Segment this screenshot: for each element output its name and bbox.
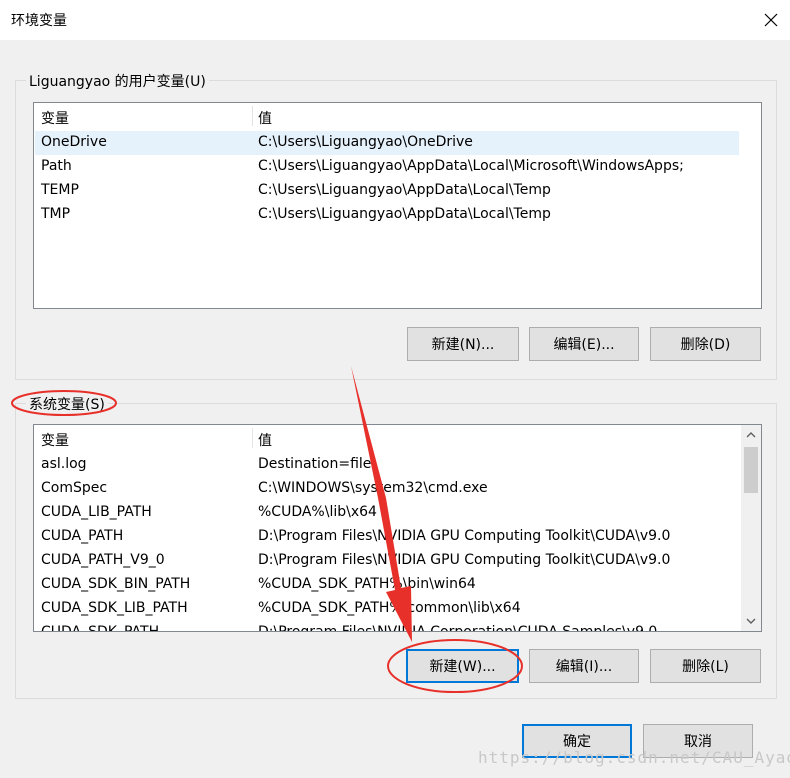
table-row[interactable]: CUDA_PATH D:\Program Files\NVIDIA GPU Co… (35, 525, 739, 549)
var-value: D:\Program Files\NVIDIA GPU Computing To… (258, 528, 671, 544)
user-edit-button[interactable]: 编辑(E)... (529, 327, 639, 361)
user-vars-list-header: 变量 值 (34, 103, 761, 129)
var-value: %CUDA_SDK_PATH%\bin\win64 (258, 576, 476, 592)
scroll-thumb[interactable] (744, 447, 758, 493)
close-icon (764, 13, 778, 27)
var-value: D:\Program Files\NVIDIA Corporation\CUDA… (258, 624, 658, 632)
chevron-down-icon (746, 618, 756, 624)
user-delete-button[interactable]: 删除(D) (650, 327, 761, 361)
table-row[interactable]: Path C:\Users\Liguangyao\AppData\Local\M… (35, 155, 739, 179)
var-name: asl.log (41, 456, 87, 472)
title-bar: 环境变量 (0, 0, 790, 40)
table-row[interactable]: CUDA_SDK_BIN_PATH %CUDA_SDK_PATH%\bin\wi… (35, 573, 739, 597)
table-row[interactable]: asl.log Destination=file (35, 453, 739, 477)
column-header-variable[interactable]: 变量 (41, 108, 69, 128)
user-vars-list[interactable]: 变量 值 OneDrive C:\Users\Liguangyao\OneDri… (33, 102, 762, 309)
system-delete-button[interactable]: 删除(L) (650, 649, 761, 683)
table-row[interactable]: CUDA_SDK_LIB_PATH %CUDA_SDK_PATH%\common… (35, 597, 739, 621)
system-new-button[interactable]: 新建(W)... (406, 649, 519, 683)
var-value: D:\Program Files\NVIDIA GPU Computing To… (258, 552, 671, 568)
system-edit-button[interactable]: 编辑(I)... (529, 649, 639, 683)
column-separator[interactable] (252, 106, 253, 126)
window-title: 环境变量 (11, 13, 67, 29)
table-row[interactable]: TMP C:\Users\Liguangyao\AppData\Local\Te… (35, 203, 739, 227)
column-separator[interactable] (252, 428, 253, 448)
watermark: https://blog.csdn.net/CAU_Ayao (478, 748, 790, 767)
var-name: OneDrive (41, 134, 107, 150)
var-value: Destination=file (258, 456, 372, 472)
system-vars-list[interactable]: 变量 值 asl.log Destination=file ComSpec C:… (33, 424, 762, 632)
var-value: C:\Users\Liguangyao\AppData\Local\Micros… (258, 158, 684, 174)
table-row[interactable]: CUDA_SDK_PATH D:\Program Files\NVIDIA Co… (35, 621, 739, 632)
var-name: TEMP (41, 182, 79, 198)
var-value: C:\WINDOWS\system32\cmd.exe (258, 480, 488, 496)
table-row[interactable]: CUDA_LIB_PATH %CUDA%\lib\x64 (35, 501, 739, 525)
table-row[interactable]: TEMP C:\Users\Liguangyao\AppData\Local\T… (35, 179, 739, 203)
system-vars-list-header: 变量 值 (34, 425, 742, 451)
var-value: C:\Users\Liguangyao\AppData\Local\Temp (258, 206, 551, 222)
var-value: C:\Users\Liguangyao\AppData\Local\Temp (258, 182, 551, 198)
system-vars-group-label: 系统变量(S) (26, 394, 108, 414)
column-header-value[interactable]: 值 (258, 108, 272, 128)
scroll-down-button[interactable] (741, 611, 761, 631)
var-name: CUDA_PATH_V9_0 (41, 552, 165, 568)
var-name: CUDA_LIB_PATH (41, 504, 152, 520)
user-vars-group-label: Liguangyao 的用户变量(U) (26, 71, 209, 91)
var-value: %CUDA%\lib\x64 (258, 504, 377, 520)
var-value: %CUDA_SDK_PATH%\common\lib\x64 (258, 600, 521, 616)
var-name: Path (41, 158, 72, 174)
system-vars-scrollbar[interactable] (741, 425, 761, 631)
scroll-up-button[interactable] (741, 425, 761, 445)
table-row[interactable]: ComSpec C:\WINDOWS\system32\cmd.exe (35, 477, 739, 501)
var-value: C:\Users\Liguangyao\OneDrive (258, 134, 473, 150)
table-row[interactable]: OneDrive C:\Users\Liguangyao\OneDrive (35, 131, 739, 155)
var-name: CUDA_PATH (41, 528, 124, 544)
table-row[interactable]: CUDA_PATH_V9_0 D:\Program Files\NVIDIA G… (35, 549, 739, 573)
column-header-variable[interactable]: 变量 (41, 430, 69, 450)
user-new-button[interactable]: 新建(N)... (407, 327, 519, 361)
var-name: ComSpec (41, 480, 108, 496)
close-button[interactable] (752, 0, 790, 40)
chevron-up-icon (746, 432, 756, 438)
column-header-value[interactable]: 值 (258, 430, 272, 450)
var-name: CUDA_SDK_LIB_PATH (41, 600, 188, 616)
var-name: TMP (41, 206, 71, 222)
var-name: CUDA_SDK_PATH (41, 624, 160, 632)
var-name: CUDA_SDK_BIN_PATH (41, 576, 191, 592)
